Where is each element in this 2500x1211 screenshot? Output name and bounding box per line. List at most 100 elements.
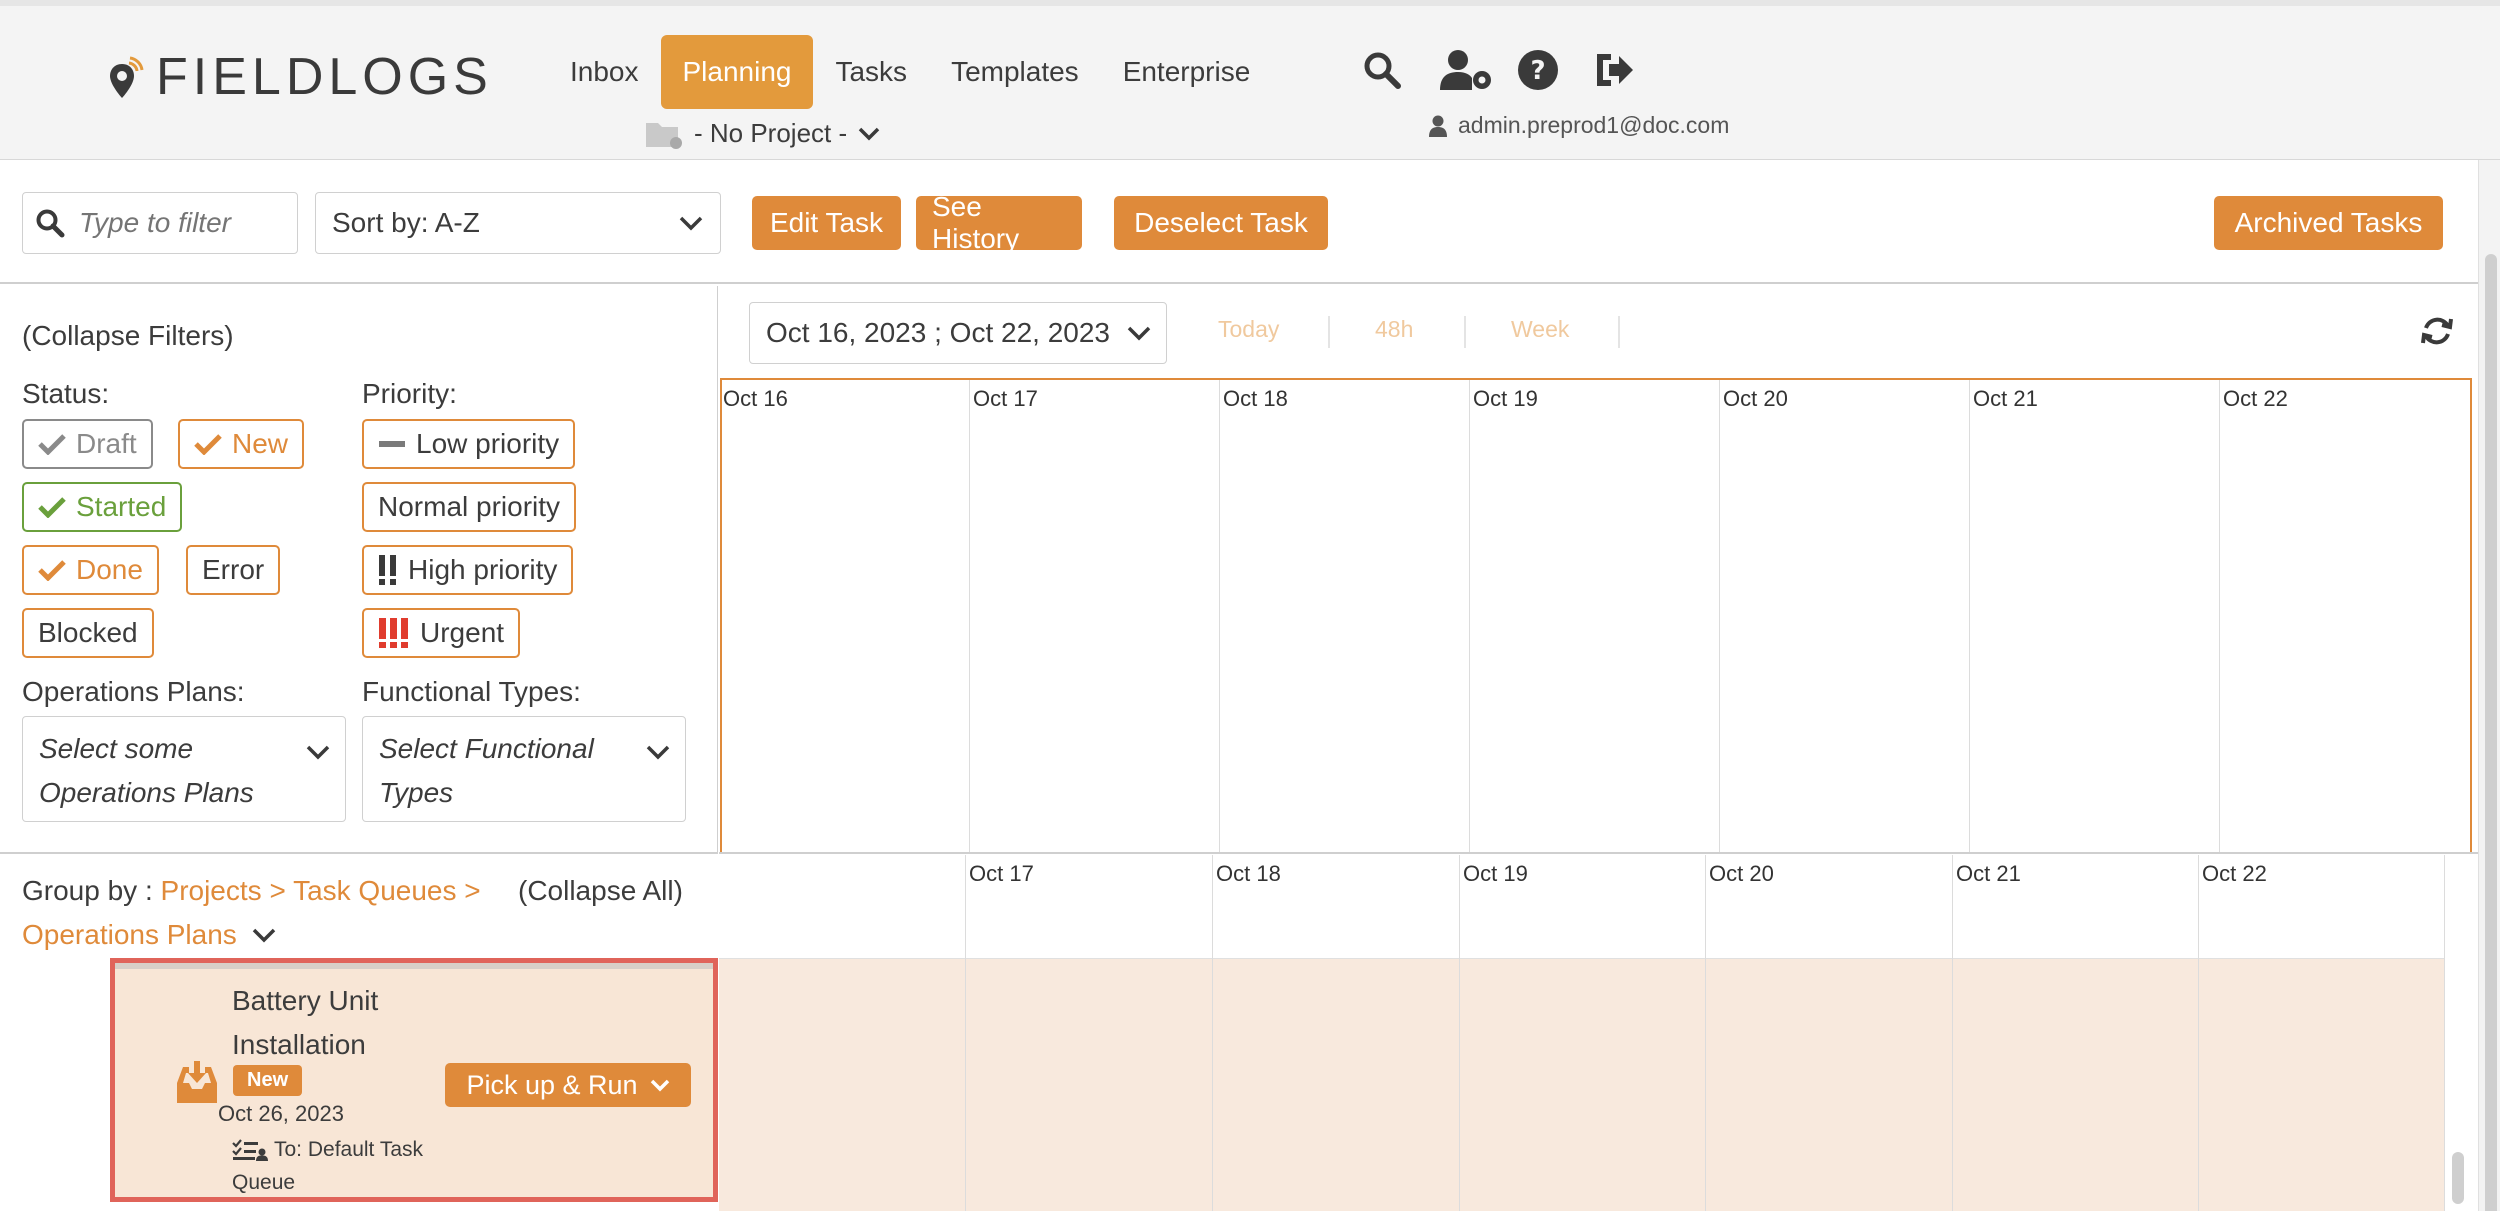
user-icon: [1429, 115, 1447, 137]
nav-inbox[interactable]: Inbox: [548, 35, 661, 109]
filter-input[interactable]: [79, 207, 279, 239]
pick-up-and-run-label: Pick up & Run: [466, 1069, 638, 1100]
page-scrollbar[interactable]: [2478, 160, 2500, 1211]
task-date: Oct 26, 2023: [218, 1101, 344, 1126]
page-scrollbar-thumb[interactable]: [2485, 254, 2497, 1211]
task-timeline-row[interactable]: [719, 959, 2445, 1211]
operations-plans-select[interactable]: Select some Operations Plans: [22, 716, 346, 822]
functional-types-placeholder-line2: Types: [379, 777, 454, 808]
group-by-link-projects[interactable]: Projects > Task Queues >: [161, 875, 481, 906]
day-label: Oct 19: [1473, 386, 1538, 411]
status-chip-started[interactable]: Started: [22, 482, 183, 532]
day-column: [2219, 380, 2220, 852]
refresh-icon[interactable]: [2420, 314, 2454, 353]
nav-tasks[interactable]: Tasks: [813, 35, 929, 109]
task-card-selected[interactable]: Battery Unit Installation New Oct 26, 20…: [110, 958, 718, 1202]
priority-chip-low[interactable]: Low priority: [362, 419, 576, 469]
user-settings-icon[interactable]: [1438, 48, 1494, 92]
toolbar: Sort by: A-Z Edit Task See History Desel…: [0, 160, 2478, 284]
status-chip-new[interactable]: New: [178, 419, 305, 469]
task-list-scrollbar-thumb[interactable]: [2452, 1152, 2464, 1204]
logo-text: FIELDLOGS: [156, 48, 493, 106]
day-column: [1469, 380, 1470, 852]
status-chip-label: Blocked: [38, 617, 138, 648]
day-label: Oct 22: [2223, 386, 2288, 411]
chevron-down-icon[interactable]: [251, 926, 277, 944]
archived-tasks-button[interactable]: Archived Tasks: [2214, 196, 2443, 250]
status-chip-draft[interactable]: Draft: [22, 419, 153, 469]
day-column: [1219, 380, 1220, 852]
functional-types-select[interactable]: Select Functional Types: [362, 716, 686, 822]
status-chip-label: Started: [76, 491, 167, 522]
sort-select[interactable]: Sort by: A-Z: [315, 192, 721, 254]
edit-task-button[interactable]: Edit Task: [752, 196, 901, 250]
day-column: [1719, 380, 1720, 852]
status-chip-blocked[interactable]: Blocked: [22, 608, 154, 658]
day-label: Oct 18: [1223, 386, 1288, 411]
priority-chip-label: Normal priority: [378, 491, 561, 522]
day-column: [1459, 855, 1460, 1211]
operations-plans-label: Operations Plans:: [22, 676, 245, 707]
location-pin-icon: [110, 56, 144, 98]
day-label: Oct 17: [973, 386, 1038, 411]
operations-plans-placeholder-line2: Operations Plans: [39, 777, 254, 808]
collapse-all-link[interactable]: (Collapse All): [518, 869, 683, 913]
pick-up-and-run-button[interactable]: Pick up & Run: [445, 1063, 691, 1107]
check-icon: [38, 560, 66, 581]
check-icon: [38, 497, 66, 518]
header-top-line: [0, 0, 2500, 6]
date-range-select[interactable]: Oct 16, 2023 ; Oct 22, 2023: [749, 302, 1167, 364]
day-label: Oct 22: [2202, 861, 2267, 886]
timeline-window-frame[interactable]: [720, 378, 2472, 852]
nav-planning[interactable]: Planning: [660, 35, 814, 109]
day-label: Oct 19: [1463, 861, 1528, 886]
logout-icon[interactable]: [1592, 48, 1636, 92]
deselect-task-button[interactable]: Deselect Task: [1114, 196, 1328, 250]
nav-templates[interactable]: Templates: [929, 35, 1101, 109]
help-icon[interactable]: ?: [1516, 48, 1560, 92]
user-email-text: admin.preprod1@doc.com: [1458, 112, 1730, 138]
chevron-down-icon: [646, 745, 670, 760]
status-chip-label: Error: [202, 554, 265, 585]
quick-week[interactable]: Week: [1511, 316, 1569, 343]
priority-label: Priority:: [362, 378, 457, 409]
priority-chip-normal[interactable]: Normal priority: [362, 482, 577, 532]
filter-input-box[interactable]: [22, 192, 298, 254]
quick-today[interactable]: Today: [1218, 316, 1279, 343]
day-label: Oct 20: [1709, 861, 1774, 886]
collapse-filters-link[interactable]: (Collapse Filters): [22, 320, 234, 352]
priority-chip-label: Urgent: [420, 617, 505, 648]
project-select[interactable]: - No Project -: [644, 118, 891, 149]
folder-settings-icon: [646, 122, 682, 149]
task-queue: To: Default Task Queue: [232, 1133, 452, 1199]
nav-enterprise[interactable]: Enterprise: [1101, 35, 1273, 109]
check-icon: [38, 434, 66, 455]
check-icon: [194, 434, 222, 455]
app-logo[interactable]: FIELDLOGS: [108, 48, 493, 106]
search-icon: [36, 209, 65, 238]
quick-48h[interactable]: 48h: [1375, 316, 1413, 343]
timeline-overview: Oct 16, 2023 ; Oct 22, 2023 Today 48h We…: [719, 286, 2478, 854]
status-chip-done[interactable]: Done: [22, 545, 159, 595]
day-column: [965, 855, 966, 1211]
app-header: FIELDLOGS Inbox Planning Tasks Templates…: [0, 0, 2500, 160]
task-timeline: Oct 17 Oct 18 Oct 19 Oct 20 Oct 21 Oct 2…: [719, 855, 2445, 1211]
group-by-link-operations-plans[interactable]: Operations Plans: [22, 919, 237, 950]
priority-chip-urgent[interactable]: Urgent: [362, 608, 521, 658]
priority-chip-high[interactable]: High priority: [362, 545, 574, 595]
day-column: [969, 380, 970, 852]
status-chip-error[interactable]: Error: [186, 545, 281, 595]
search-icon[interactable]: [1360, 48, 1404, 92]
chevron-down-icon: [1127, 326, 1151, 341]
functional-types-label: Functional Types:: [362, 676, 581, 707]
chevron-down-icon: [679, 216, 703, 231]
date-range-label: Oct 16, 2023 ; Oct 22, 2023: [766, 317, 1110, 348]
quick-separator: [1618, 316, 1620, 348]
status-badge: New: [233, 1065, 303, 1096]
status-label: Status:: [22, 378, 110, 409]
day-column: [1212, 855, 1213, 1211]
svg-text:?: ?: [1530, 56, 1545, 86]
see-history-button[interactable]: See History: [916, 191, 1082, 254]
day-column: [1705, 855, 1706, 1211]
group-by-prefix: Group by :: [22, 875, 161, 906]
